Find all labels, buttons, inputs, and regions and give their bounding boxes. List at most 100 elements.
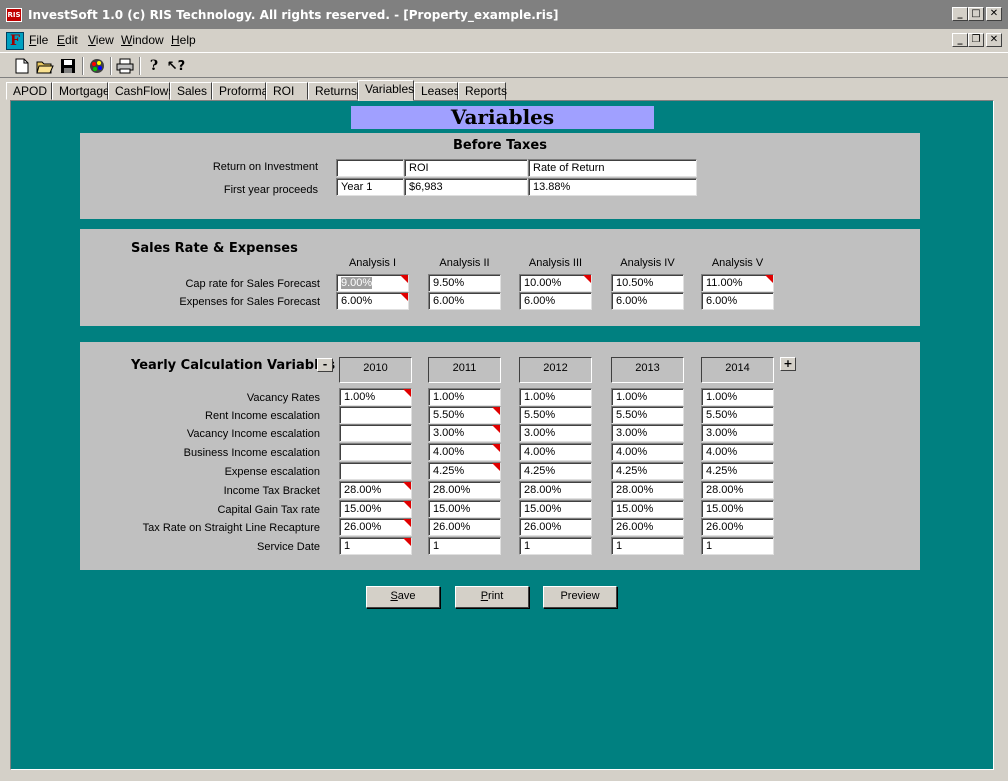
- palette-icon[interactable]: [87, 56, 107, 76]
- tab-roi[interactable]: ROI: [266, 82, 308, 100]
- app-icon[interactable]: RIS: [6, 8, 22, 22]
- yearly-value-field[interactable]: 15.00%: [701, 500, 774, 518]
- open-folder-icon[interactable]: [35, 56, 55, 76]
- yearly-value-field[interactable]: 1.00%: [701, 388, 774, 406]
- tab-leases[interactable]: Leases: [414, 82, 460, 100]
- year-header-2013: 2013: [611, 357, 684, 383]
- document-icon[interactable]: F: [6, 32, 24, 50]
- yearly-value-field[interactable]: 5.50%: [611, 406, 684, 424]
- yearly-value-field[interactable]: 28.00%: [339, 481, 412, 499]
- minimize-icon[interactable]: _: [952, 7, 968, 21]
- menu-help[interactable]: Help: [171, 33, 196, 47]
- yearly-value-field[interactable]: 4.25%: [428, 462, 501, 480]
- yearly-value-field[interactable]: 4.25%: [701, 462, 774, 480]
- menu-window[interactable]: Window: [121, 33, 164, 47]
- sales-value-field[interactable]: 9.00%: [336, 274, 409, 292]
- yearly-row-label: Business Income escalation: [183, 447, 320, 459]
- yearly-value-field[interactable]: 15.00%: [339, 500, 412, 518]
- context-help-icon[interactable]: ↖?: [166, 56, 186, 76]
- print-button[interactable]: Print: [455, 586, 529, 608]
- yearly-value-field[interactable]: 28.00%: [428, 481, 501, 499]
- close-icon[interactable]: ✕: [986, 7, 1002, 21]
- doc-restore-icon[interactable]: ❐: [968, 33, 984, 47]
- yearly-value-field[interactable]: 1: [701, 537, 774, 555]
- content-area: Variables Before Taxes Return on Investm…: [10, 100, 994, 770]
- yearly-value-field[interactable]: 15.00%: [611, 500, 684, 518]
- yearly-value-field[interactable]: 3.00%: [701, 424, 774, 442]
- yearly-value-field[interactable]: 26.00%: [701, 518, 774, 536]
- sales-col-header: Analysis III: [528, 257, 583, 269]
- sales-value-field[interactable]: 10.50%: [611, 274, 684, 292]
- yearly-value-field[interactable]: 4.00%: [611, 443, 684, 461]
- sales-value-field[interactable]: 11.00%: [701, 274, 774, 292]
- yearly-value-field[interactable]: [339, 462, 412, 480]
- yearly-value-field[interactable]: 3.00%: [611, 424, 684, 442]
- tab-reports[interactable]: Reports: [458, 82, 507, 100]
- sales-value-field[interactable]: 6.00%: [519, 292, 592, 310]
- yearly-value-field[interactable]: 1.00%: [519, 388, 592, 406]
- new-file-icon[interactable]: [12, 56, 32, 76]
- yearly-value-field[interactable]: [339, 443, 412, 461]
- yearly-value-field[interactable]: 4.00%: [701, 443, 774, 461]
- yearly-value-field[interactable]: 1: [519, 537, 592, 555]
- yearly-value-field[interactable]: 4.25%: [611, 462, 684, 480]
- print-icon[interactable]: [115, 56, 135, 76]
- yearly-value-field[interactable]: 4.25%: [519, 462, 592, 480]
- save-button[interactable]: Save: [366, 586, 440, 608]
- yearly-value-field[interactable]: 28.00%: [611, 481, 684, 499]
- maximize-icon[interactable]: □: [968, 7, 984, 21]
- sales-value-field[interactable]: 6.00%: [336, 292, 409, 310]
- tab-variables[interactable]: Variables: [358, 80, 414, 101]
- bt-header-roi: ROI: [404, 159, 528, 177]
- yearly-value-field[interactable]: 3.00%: [519, 424, 592, 442]
- yearly-value-field[interactable]: [339, 406, 412, 424]
- yearly-value-field[interactable]: 1.00%: [428, 388, 501, 406]
- preview-button[interactable]: Preview: [543, 586, 617, 608]
- yearly-value-field[interactable]: 26.00%: [339, 518, 412, 536]
- yearly-value-field[interactable]: 5.50%: [701, 406, 774, 424]
- yearly-value-field[interactable]: 4.00%: [519, 443, 592, 461]
- yearly-value-field[interactable]: 15.00%: [428, 500, 501, 518]
- yearly-value-field[interactable]: 26.00%: [611, 518, 684, 536]
- first-year-proceeds-label: First year proceeds: [223, 184, 318, 196]
- menu-bar: F _ ❐ ✕ File Edit View Window Help: [0, 30, 1008, 52]
- menu-file[interactable]: File: [29, 33, 48, 47]
- yearly-value-field[interactable]: [339, 424, 412, 442]
- tab-cashflows[interactable]: CashFlows: [108, 82, 174, 100]
- doc-close-icon[interactable]: ✕: [986, 33, 1002, 47]
- remove-year-button[interactable]: -: [317, 358, 333, 372]
- menu-edit[interactable]: Edit: [57, 33, 78, 47]
- sales-value-field[interactable]: 9.50%: [428, 274, 501, 292]
- tab-apod[interactable]: APOD: [6, 82, 52, 100]
- sales-value-field[interactable]: 6.00%: [611, 292, 684, 310]
- sales-value-field[interactable]: 10.00%: [519, 274, 592, 292]
- tab-sales[interactable]: Sales: [170, 82, 212, 100]
- tab-returns[interactable]: Returns: [308, 82, 358, 100]
- yearly-value-field[interactable]: 1: [428, 537, 501, 555]
- yearly-value-field[interactable]: 28.00%: [519, 481, 592, 499]
- doc-minimize-icon[interactable]: _: [952, 33, 968, 47]
- window-title: InvestSoft 1.0 (c) RIS Technology. All r…: [28, 8, 559, 22]
- save-disk-icon[interactable]: [58, 56, 78, 76]
- tab-mortgage[interactable]: Mortgage: [52, 82, 110, 100]
- yearly-value-field[interactable]: 1.00%: [611, 388, 684, 406]
- yearly-value-field[interactable]: 1.00%: [339, 388, 412, 406]
- yearly-value-field[interactable]: 28.00%: [701, 481, 774, 499]
- menu-view[interactable]: View: [88, 33, 114, 47]
- before-taxes-panel: Before Taxes Return on Investment First …: [80, 133, 920, 219]
- yearly-row-label: Capital Gain Tax rate: [217, 504, 320, 516]
- yearly-value-field[interactable]: 26.00%: [428, 518, 501, 536]
- yearly-value-field[interactable]: 1: [611, 537, 684, 555]
- sales-value-field[interactable]: 6.00%: [701, 292, 774, 310]
- yearly-value-field[interactable]: 5.50%: [428, 406, 501, 424]
- yearly-value-field[interactable]: 4.00%: [428, 443, 501, 461]
- yearly-value-field[interactable]: 1: [339, 537, 412, 555]
- tab-proforma[interactable]: Proforma: [212, 82, 268, 100]
- sales-value-field[interactable]: 6.00%: [428, 292, 501, 310]
- yearly-value-field[interactable]: 15.00%: [519, 500, 592, 518]
- help-icon[interactable]: ?: [144, 56, 164, 76]
- yearly-value-field[interactable]: 3.00%: [428, 424, 501, 442]
- yearly-value-field[interactable]: 26.00%: [519, 518, 592, 536]
- yearly-value-field[interactable]: 5.50%: [519, 406, 592, 424]
- add-year-button[interactable]: +: [780, 357, 796, 371]
